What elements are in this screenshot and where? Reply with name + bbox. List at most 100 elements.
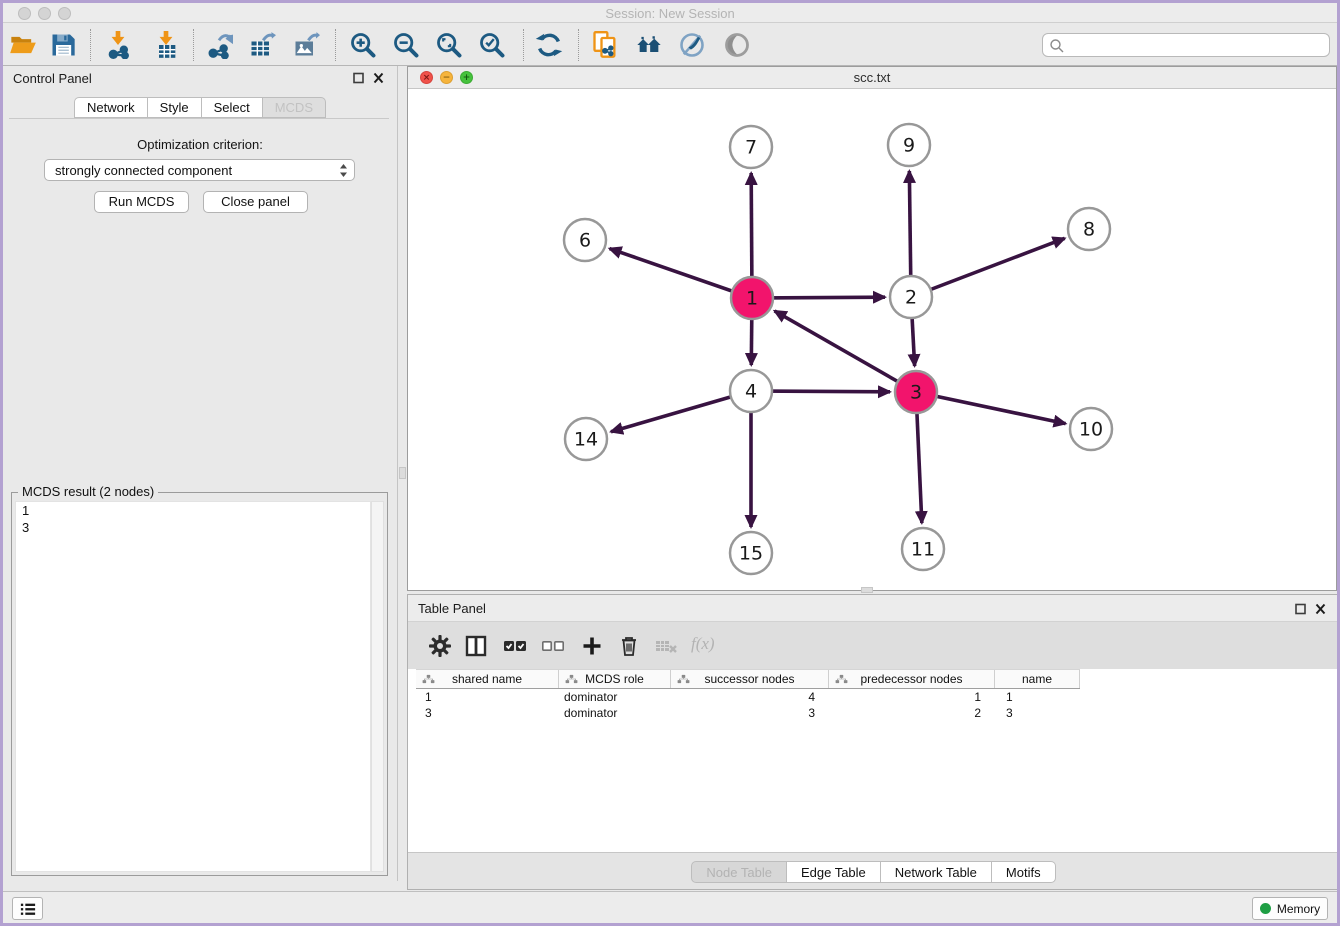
deselect-all-icon <box>541 634 565 658</box>
column-label: shared name <box>452 672 522 686</box>
graph-edge-1-6[interactable] <box>610 249 752 298</box>
optimization-criterion-label: Optimization criterion: <box>3 137 397 152</box>
save-session-button[interactable] <box>47 29 79 61</box>
table-settings-button[interactable] <box>426 632 454 660</box>
table-panel-header: Table Panel <box>408 595 1339 619</box>
gear-icon <box>428 634 452 658</box>
table-cell[interactable]: 1 <box>995 689 1080 705</box>
select-chevrons-icon <box>338 163 349 178</box>
toolbar-separator <box>193 29 194 61</box>
style-toggle-button[interactable] <box>676 29 708 61</box>
delete-column-button[interactable] <box>615 632 643 660</box>
float-panel-icon[interactable] <box>352 72 365 84</box>
table-tabs: Node TableEdge TableNetwork TableMotifs <box>691 861 1055 883</box>
first-neighbors-button[interactable] <box>633 29 665 61</box>
graph-node-label: 4 <box>745 381 757 403</box>
create-column-button[interactable] <box>578 632 606 660</box>
table-cell[interactable]: 1 <box>416 689 559 705</box>
delete-table-button[interactable] <box>652 632 680 660</box>
tab-style[interactable]: Style <box>148 97 202 118</box>
result-scrollbar[interactable] <box>371 501 384 872</box>
table-cell[interactable]: 2 <box>829 705 995 721</box>
export-image-button[interactable] <box>290 29 322 61</box>
network-window-titlebar: × − + scc.txt <box>408 67 1336 89</box>
function-builder-button[interactable]: f(x) <box>691 634 715 654</box>
run-mcds-button[interactable]: Run MCDS <box>94 191 189 213</box>
network-canvas[interactable]: 7968124314101511 <box>408 89 1336 590</box>
zoom-out-icon <box>392 31 420 59</box>
mcds-result-list: 13 <box>15 501 371 872</box>
graphics-details-button[interactable] <box>721 29 753 61</box>
session-title: Session: New Session <box>3 6 1337 21</box>
export-table-button[interactable] <box>246 29 278 61</box>
selected-criterion: strongly connected component <box>55 163 232 178</box>
graph-node-label: 1 <box>746 288 758 310</box>
main-titlebar: Session: New Session <box>3 3 1337 23</box>
column-header-predecessor-nodes[interactable]: predecessor nodes <box>829 670 995 688</box>
table-cell[interactable]: 4 <box>671 689 829 705</box>
table-row[interactable]: 1dominator411 <box>416 689 1080 705</box>
graph-node-label: 6 <box>579 230 591 252</box>
table-header-row: shared name MCDS role successor nodes prede… <box>416 669 1080 689</box>
table-cell[interactable]: 1 <box>829 689 995 705</box>
close-panel-icon[interactable] <box>372 72 385 84</box>
column-header-successor-nodes[interactable]: successor nodes <box>671 670 829 688</box>
tab-network-table[interactable]: Network Table <box>881 861 992 883</box>
application-window: Session: New Session Control Panel <box>0 0 1340 926</box>
column-header-mcds-role[interactable]: MCDS role <box>559 670 671 688</box>
table-cell[interactable]: 3 <box>416 705 559 721</box>
control-panel-header: Control Panel <box>3 66 397 90</box>
column-type-icon <box>835 674 848 684</box>
tab-node-table[interactable]: Node Table <box>691 861 787 883</box>
float-panel-icon[interactable] <box>1294 603 1307 615</box>
column-type-icon <box>677 674 690 684</box>
optimization-criterion-select[interactable]: strongly connected component <box>44 159 355 181</box>
column-header-shared-name[interactable]: shared name <box>416 670 559 688</box>
table-tabs-bar: Node TableEdge TableNetwork TableMotifs <box>408 852 1339 889</box>
import-network-button[interactable] <box>102 29 134 61</box>
task-history-button[interactable] <box>12 897 43 920</box>
graph-node-label: 11 <box>911 539 935 561</box>
table-cell[interactable]: dominator <box>559 705 671 721</box>
zoom-fit-button[interactable] <box>433 29 465 61</box>
export-network-button[interactable] <box>203 29 235 61</box>
close-panel-icon[interactable] <box>1314 603 1327 615</box>
deselect-all-button[interactable] <box>539 632 567 660</box>
table-toolbar: f(x) <box>408 621 1339 669</box>
clone-network-button[interactable] <box>589 29 621 61</box>
table-cell[interactable]: 3 <box>995 705 1080 721</box>
horizontal-splitter-grip[interactable] <box>861 587 873 593</box>
graph-edge-3-1[interactable] <box>775 311 916 392</box>
search-input[interactable] <box>1069 35 1324 55</box>
tab-select[interactable]: Select <box>202 97 263 118</box>
graph-edge-2-8[interactable] <box>911 238 1065 297</box>
tab-mcds[interactable]: MCDS <box>263 97 326 118</box>
select-all-button[interactable] <box>501 632 529 660</box>
open-session-button[interactable] <box>7 29 39 61</box>
search-box <box>1042 33 1330 57</box>
column-label: successor nodes <box>704 672 794 686</box>
column-header-name[interactable]: name <box>995 670 1080 688</box>
tab-network[interactable]: Network <box>74 97 148 118</box>
column-label: MCDS role <box>585 672 644 686</box>
toolbar-separator <box>578 29 579 61</box>
zoom-fit-icon <box>435 31 463 59</box>
import-table-button[interactable] <box>150 29 182 61</box>
table-row[interactable]: 3dominator323 <box>416 705 1080 721</box>
close-panel-button[interactable]: Close panel <box>203 191 308 213</box>
memory-button[interactable]: Memory <box>1252 897 1328 920</box>
refresh-view-button[interactable] <box>533 29 565 61</box>
mcds-result-title: MCDS result (2 nodes) <box>18 484 158 499</box>
zoom-in-button[interactable] <box>347 29 379 61</box>
table-cell[interactable]: 3 <box>671 705 829 721</box>
tab-edge-table[interactable]: Edge Table <box>787 861 881 883</box>
tab-motifs[interactable]: Motifs <box>992 861 1056 883</box>
graph-edge-3-10[interactable] <box>916 392 1066 424</box>
show-columns-button[interactable] <box>462 632 490 660</box>
vertical-splitter-grip[interactable] <box>399 467 406 479</box>
table-cell[interactable]: dominator <box>559 689 671 705</box>
zoom-selected-button[interactable] <box>476 29 508 61</box>
columns-icon <box>464 634 488 658</box>
mcds-result-line: 1 <box>16 502 370 519</box>
zoom-out-button[interactable] <box>390 29 422 61</box>
